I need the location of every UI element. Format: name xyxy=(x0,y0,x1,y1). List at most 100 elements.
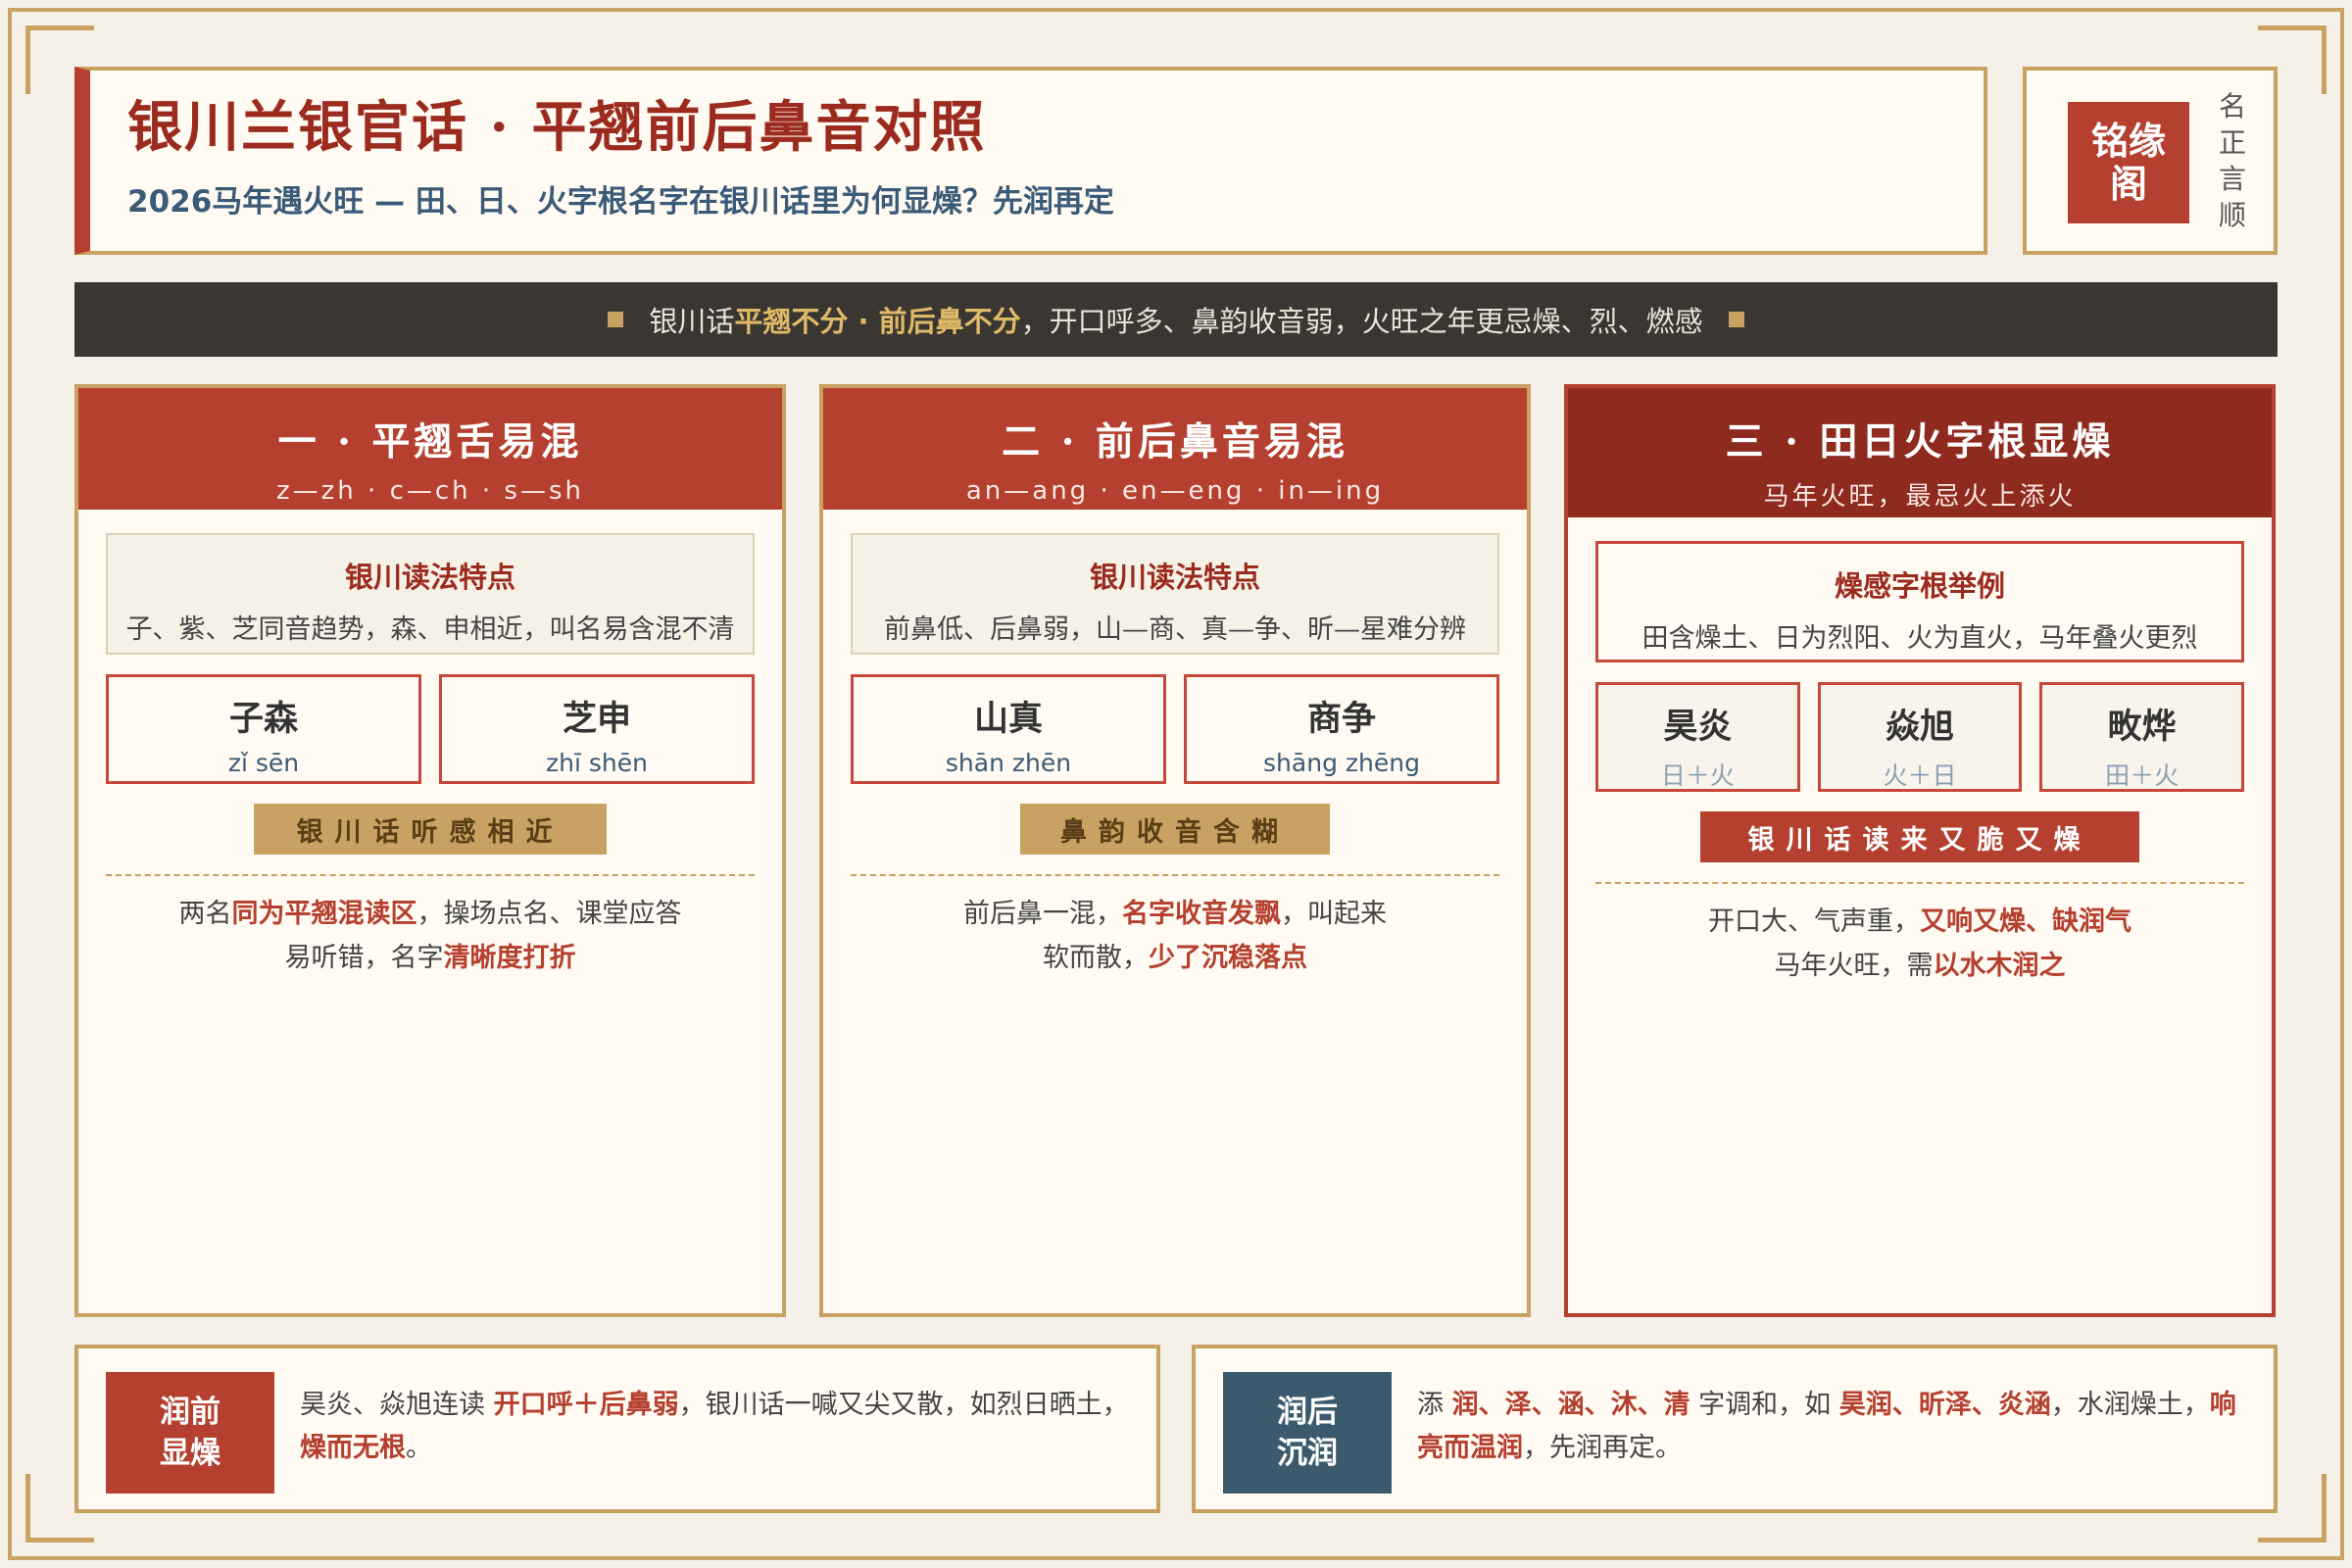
feature-title: 燥感字根举例 xyxy=(1834,569,2005,603)
name-card: 山真 shān zhēn xyxy=(851,674,1166,784)
column-fire-radicals: 三 · 田日火字根显燥 马年火旺，最忌火上添火 燥感字根举例 田含燥土、日为烈阳… xyxy=(1564,384,2276,1317)
note-text: ，叫起来 xyxy=(1281,899,1387,929)
brand-logo-box: 铭缘 阁 名 正 言 顺 xyxy=(2023,67,2278,255)
note-highlight: 又响又燥、缺润气 xyxy=(1920,906,2132,937)
page-subtitle: 2026马年遇火旺 — 田、日、火字根名字在银川话里为何显燥？先润再定 xyxy=(127,184,1114,220)
panel-text: 。 xyxy=(406,1433,432,1463)
note-highlight: 少了沉稳落点 xyxy=(1149,943,1307,973)
feature-box: 银川读法特点 前鼻低、后鼻弱，山—商、真—争、昕—星难分辨 xyxy=(851,533,1499,655)
name-card-row: 子森 zǐ sēn 芝申 zhī shēn xyxy=(106,674,755,784)
note-text: 前后鼻一混， xyxy=(963,899,1122,929)
name-text: 子森 xyxy=(228,699,298,739)
column-subtitle: an—ang · en—eng · in—ing xyxy=(965,476,1385,506)
column-note: 前后鼻一混，名字收音发飘，叫起来 软而散，少了沉稳落点 xyxy=(823,892,1527,980)
note-highlight: 名字收音发飘 xyxy=(1122,899,1281,929)
name-card-row: 山真 shān zhēn 商争 shāng zhēng xyxy=(851,674,1499,784)
name-card: 芝申 zhī shēn xyxy=(439,674,755,784)
verdict-tag: 鼻韵收音含糊 xyxy=(1020,804,1330,855)
before-panel: 润前 显燥 昊炎、焱旭连读 开口呼＋后鼻弱，银川话一喊又尖又散，如烈日晒土， 燥而… xyxy=(74,1345,1160,1513)
motto-char: 顺 xyxy=(2218,199,2246,231)
name-card: 焱旭 火＋日 xyxy=(1817,682,2023,792)
column-header: 一 · 平翘舌易混 z—zh · c—ch · s—sh xyxy=(78,388,782,510)
motto-char: 名 xyxy=(2218,90,2246,122)
label-line: 显燥 xyxy=(160,1436,220,1471)
page-header: 银川兰银官话 · 平翘前后鼻音对照 2026马年遇火旺 — 田、日、火字根名字在… xyxy=(74,67,1987,255)
name-card: 商争 shāng zhēng xyxy=(1184,674,1499,784)
square-bullet-icon xyxy=(608,312,624,327)
name-radicals: 日＋火 xyxy=(1660,761,1735,790)
brand-motto: 名 正 言 顺 xyxy=(2215,88,2250,233)
column-subtitle: 马年火旺，最忌火上添火 xyxy=(1763,482,2077,512)
column-nasal-finals: 二 · 前后鼻音易混 an—ang · en—eng · in—ing 银川读法… xyxy=(819,384,1531,1317)
dashed-divider xyxy=(106,874,755,876)
panel-text: 昊炎、焱旭连读 xyxy=(300,1390,494,1420)
column-title: 二 · 前后鼻音易混 xyxy=(1002,419,1348,465)
summary-banner: 银川话 平翘不分 · 前后鼻不分 ，开口呼多、鼻韵收音弱，火旺之年更忌燥、烈、燃感 xyxy=(74,282,2278,357)
note-text: 开口大、气声重， xyxy=(1708,906,1920,937)
name-text: 芝申 xyxy=(562,699,631,739)
name-card: 昊炎 日＋火 xyxy=(1595,682,1800,792)
note-highlight: 同为平翘混读区 xyxy=(231,899,417,929)
panel-highlight: 燥而无根 xyxy=(300,1433,406,1463)
name-text: 昊炎 xyxy=(1663,707,1733,747)
before-text: 昊炎、焱旭连读 开口呼＋后鼻弱，银川话一喊又尖又散，如烈日晒土， 燥而无根。 xyxy=(300,1384,1139,1470)
name-text: 商争 xyxy=(1306,699,1376,739)
column-note: 两名同为平翘混读区，操场点名、课堂应答 易听错，名字清晰度打折 xyxy=(78,892,782,980)
verdict-tag: 银川话读来又脆又燥 xyxy=(1700,811,2139,862)
name-pinyin: zhī shēn xyxy=(546,749,648,777)
label-line: 沉润 xyxy=(1277,1436,1338,1471)
banner-highlight: 平翘不分 · 前后鼻不分 xyxy=(734,305,1021,338)
panel-highlight: 润、泽、涵、沐、清 xyxy=(1451,1390,1690,1420)
dashed-divider xyxy=(1595,882,2244,884)
column-header: 三 · 田日火字根显燥 马年火旺，最忌火上添火 xyxy=(1568,388,2272,517)
after-panel: 润后 沉润 添 润、泽、涵、沐、清 字调和，如 昊润、昕泽、炎涵，水润燥土，响亮… xyxy=(1192,1345,2278,1513)
column-flat-retroflex: 一 · 平翘舌易混 z—zh · c—ch · s—sh 银川读法特点 子、紫、… xyxy=(74,384,786,1317)
note-text: 马年火旺，需 xyxy=(1774,951,1934,981)
after-label: 润后 沉润 xyxy=(1223,1372,1392,1494)
note-highlight: 清晰度打折 xyxy=(443,943,576,973)
brand-name-line1: 铭缘 xyxy=(2090,119,2166,163)
note-text: 两名 xyxy=(178,899,232,929)
motto-char: 正 xyxy=(2218,126,2246,159)
name-radicals: 田＋火 xyxy=(2105,761,2180,790)
name-pinyin: shān zhēn xyxy=(945,749,1072,777)
feature-box: 燥感字根举例 田含燥土、日为烈阳、火为直火，马年叠火更烈 xyxy=(1595,541,2244,662)
square-bullet-icon xyxy=(1728,312,1744,327)
name-card: 子森 zǐ sēn xyxy=(106,674,421,784)
column-title: 三 · 田日火字根显燥 xyxy=(1725,419,2115,465)
before-label: 润前 显燥 xyxy=(106,1372,274,1494)
motto-char: 言 xyxy=(2218,163,2246,195)
column-subtitle: z—zh · c—ch · s—sh xyxy=(276,476,584,506)
name-radicals: 火＋日 xyxy=(1883,761,1957,790)
after-text: 添 润、泽、涵、沐、清 字调和，如 昊润、昕泽、炎涵，水润燥土，响亮而温润，先润… xyxy=(1417,1384,2256,1470)
feature-text: 田含燥土、日为烈阳、火为直火，马年叠火更烈 xyxy=(1642,623,2198,654)
name-pinyin: zǐ sēn xyxy=(227,749,300,777)
panel-text: ，银川话一喊又尖又散，如烈日晒土， xyxy=(678,1390,1129,1420)
panel-highlight: 昊润、昕泽、炎涵 xyxy=(1838,1390,2051,1420)
page-title: 银川兰银官话 · 平翘前后鼻音对照 xyxy=(127,95,987,160)
note-text: ，操场点名、课堂应答 xyxy=(416,899,682,929)
feature-title: 银川读法特点 xyxy=(1089,561,1260,594)
name-pinyin: shāng zhēng xyxy=(1263,749,1420,777)
panel-highlight: 开口呼＋后鼻弱 xyxy=(493,1390,679,1420)
dashed-divider xyxy=(851,874,1499,876)
note-highlight: 以水木润之 xyxy=(1933,951,2066,981)
column-header: 二 · 前后鼻音易混 an—ang · en—eng · in—ing xyxy=(823,388,1527,510)
name-card: 畋烨 田＋火 xyxy=(2039,682,2245,792)
panel-text: ，先润再定。 xyxy=(1523,1433,1682,1463)
name-text: 山真 xyxy=(973,699,1043,739)
panel-text: ，水润燥土， xyxy=(2050,1390,2210,1420)
note-text: 易听错，名字 xyxy=(284,943,444,973)
feature-text: 前鼻低、后鼻弱，山—商、真—争、昕—星难分辨 xyxy=(884,614,1466,645)
banner-prefix: 银川话 xyxy=(649,305,735,338)
name-text: 畋烨 xyxy=(2107,707,2177,747)
feature-title: 银川读法特点 xyxy=(344,561,515,594)
panel-text: 添 xyxy=(1417,1390,1452,1420)
panel-text: 字调和，如 xyxy=(1690,1390,1839,1420)
label-line: 润前 xyxy=(160,1395,220,1430)
name-card-row: 昊炎 日＋火 焱旭 火＋日 畋烨 田＋火 xyxy=(1595,682,2245,792)
label-line: 润后 xyxy=(1277,1395,1338,1430)
feature-text: 子、紫、芝同音趋势，森、申相近，叫名易含混不清 xyxy=(125,614,735,645)
name-text: 焱旭 xyxy=(1886,707,1955,747)
column-note: 开口大、气声重，又响又燥、缺润气 马年火旺，需以水木润之 xyxy=(1568,900,2272,988)
